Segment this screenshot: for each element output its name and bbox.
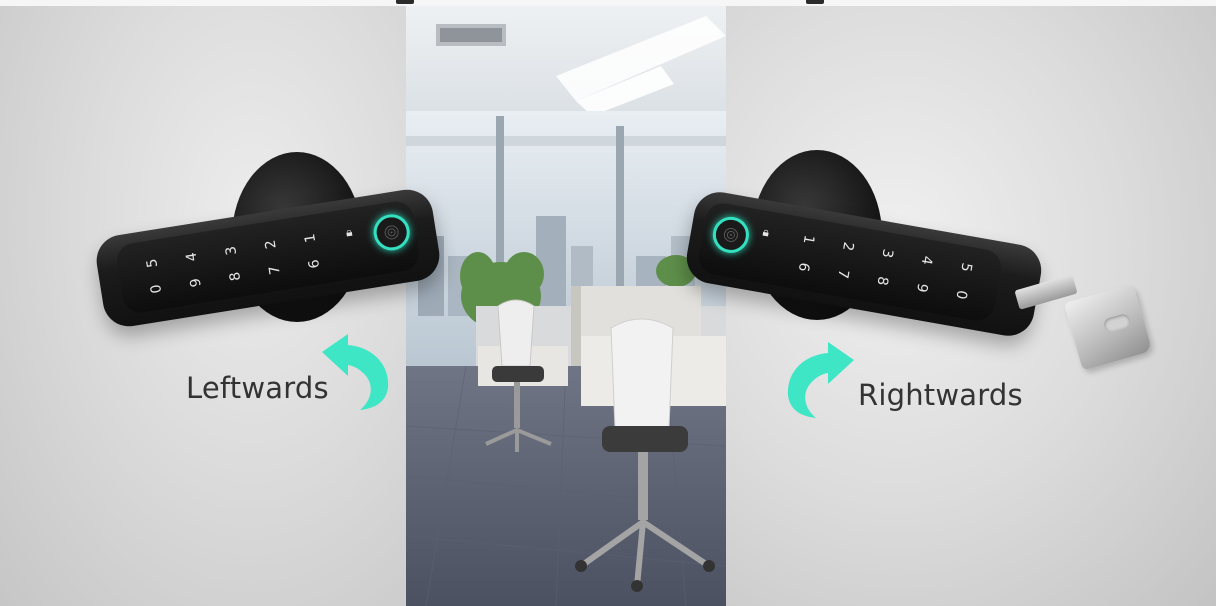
- keypad-key[interactable]: 2: [261, 234, 282, 255]
- leftwards-label: Leftwards: [186, 371, 329, 405]
- keypad-key[interactable]: 0: [146, 279, 167, 300]
- rightwards-label: Rightwards: [858, 378, 1023, 412]
- keypad-key[interactable]: 7: [832, 264, 853, 285]
- keypad-key[interactable]: 3: [877, 243, 898, 264]
- padlock-icon: 🔒︎: [761, 224, 771, 240]
- keypad-key[interactable]: 9: [911, 277, 932, 298]
- keypad-key[interactable]: 0: [951, 284, 972, 305]
- fingerprint-sensor-icon[interactable]: [371, 211, 413, 253]
- keypad-key[interactable]: 2: [837, 236, 858, 257]
- keypad-key[interactable]: 4: [916, 250, 937, 271]
- curved-arrow-right-icon: [787, 342, 854, 418]
- keypad-key[interactable]: 5: [955, 257, 976, 278]
- keypad-key[interactable]: 7: [265, 260, 286, 281]
- keypad-key[interactable]: 4: [182, 247, 203, 268]
- heading-fragment: [396, 0, 414, 4]
- keypad-key[interactable]: 8: [225, 266, 246, 287]
- keypad-key[interactable]: 8: [872, 270, 893, 291]
- keypad-key[interactable]: 1: [798, 229, 819, 250]
- office-illustration: [406, 6, 726, 606]
- heading-fragment: [806, 0, 824, 4]
- keypad-key[interactable]: 6: [304, 253, 325, 274]
- fingerprint-sensor-icon[interactable]: [710, 214, 752, 256]
- keypad-key[interactable]: 1: [300, 228, 321, 249]
- keypad-key[interactable]: 6: [793, 257, 814, 278]
- product-image: 5 4 3 2 1 0 9 8 7 6 🔒︎ 🔒︎ 1 2 3 4 5 6 7: [0, 0, 1216, 606]
- keypad-key[interactable]: 9: [186, 272, 207, 293]
- keypad-key[interactable]: 5: [142, 253, 163, 274]
- office-scene: [406, 6, 726, 606]
- padlock-icon: 🔒︎: [344, 224, 354, 240]
- keypad-key[interactable]: 3: [221, 240, 242, 261]
